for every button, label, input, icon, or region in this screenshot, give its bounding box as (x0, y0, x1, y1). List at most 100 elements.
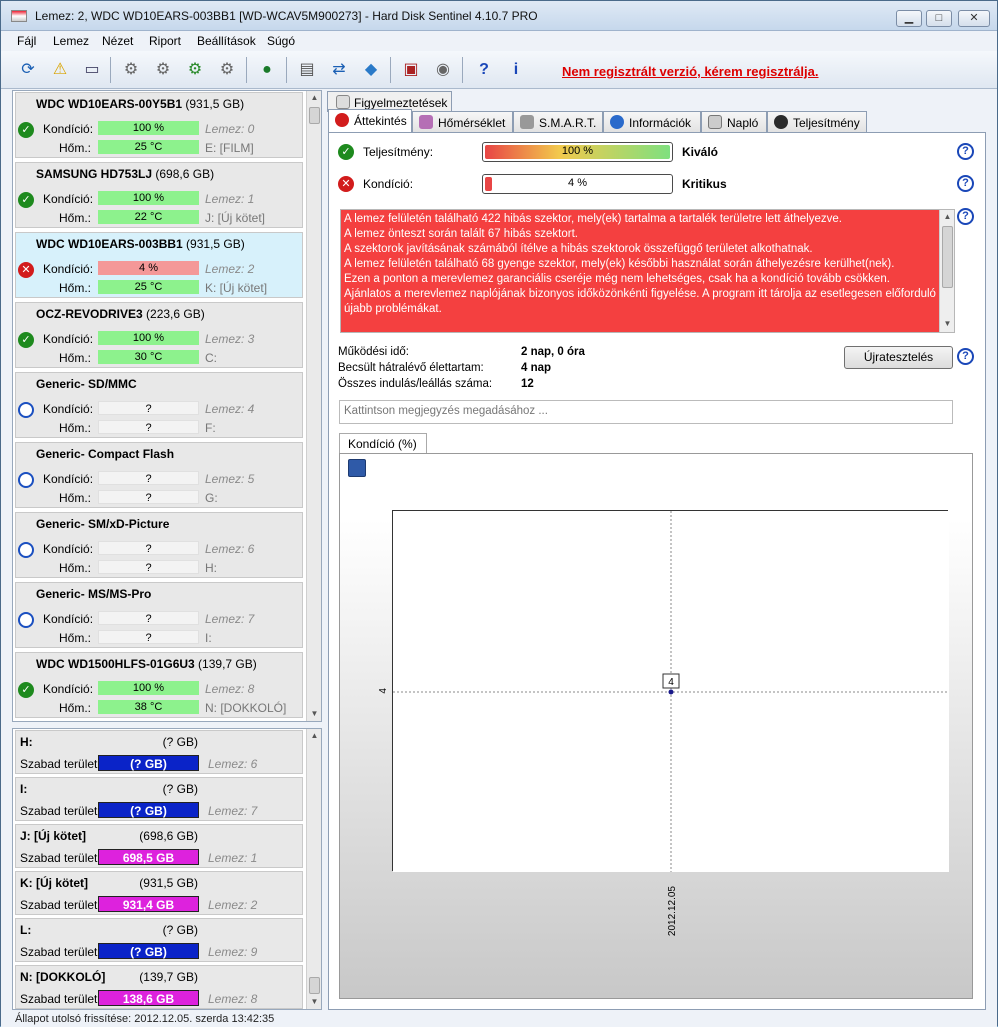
scroll-down-arrow[interactable]: ▼ (307, 995, 321, 1009)
tab-performance[interactable]: Teljesítmény (767, 111, 867, 133)
help-icon[interactable]: ? (957, 208, 974, 225)
scroll-down-arrow[interactable]: ▼ (940, 317, 954, 331)
minimize-button[interactable]: ▁ (896, 10, 922, 27)
message-scrollbar[interactable]: ▲ ▼ (939, 210, 954, 332)
warning-icon[interactable]: ⚠ (47, 57, 73, 83)
scroll-thumb[interactable] (309, 977, 320, 994)
title-bar[interactable]: Lemez: 2, WDC WD10EARS-003BB1 [WD-WCAV5M… (1, 1, 997, 31)
menu-file[interactable]: Fájl (17, 34, 36, 48)
scroll-up-arrow[interactable]: ▲ (307, 729, 321, 743)
volume-list-scrollbar[interactable]: ▲ ▼ (306, 729, 321, 1009)
disk-index: Lemez: 4 (205, 402, 255, 416)
help-icon[interactable]: ? (957, 175, 974, 192)
tab-alerts-label: Figyelmeztetések (354, 96, 448, 110)
menu-disk[interactable]: Lemez (53, 34, 89, 48)
scroll-down-arrow[interactable]: ▼ (307, 707, 321, 721)
disk-list-scrollbar[interactable]: ▲ ▼ (306, 91, 321, 721)
menu-settings[interactable]: Beállítások (197, 34, 256, 48)
maximize-button[interactable]: □ (926, 10, 952, 27)
app-icon (11, 10, 27, 22)
disk-item[interactable]: WDC WD10EARS-00Y5B1 (931,5 GB) ✓ Kondíció:… (15, 92, 303, 158)
scroll-up-arrow[interactable]: ▲ (940, 210, 954, 224)
temperature-label: Hőm.: (59, 281, 92, 295)
tab-log[interactable]: Napló (701, 111, 767, 133)
temperature-bar: 25 °C (98, 140, 199, 154)
disk-item[interactable]: Generic- SM/xD-Picture ? Kondíció: Hőm.:??… (15, 512, 303, 578)
condition-label: Kondíció: (43, 122, 94, 136)
disk-drive-icon[interactable]: ▭ (79, 57, 105, 83)
tab-label: Hőmérséklet (438, 116, 506, 130)
free-space-label: Szabad terület (20, 898, 98, 912)
scroll-thumb[interactable] (309, 107, 320, 124)
tab-information[interactable]: Információk (603, 111, 701, 133)
volume-item[interactable]: J: [Új kötet] (698,6 GB) Szabad terület 698… (15, 824, 303, 868)
about-icon[interactable]: i (503, 57, 529, 83)
sync-icon[interactable]: ⇄ (326, 57, 352, 83)
disk-size: (931,5 GB) (186, 237, 245, 251)
disk-index: Lemez: 8 (208, 992, 258, 1006)
scroll-up-arrow[interactable]: ▲ (307, 91, 321, 105)
disk-size: (931,5 GB) (185, 97, 245, 111)
tab-smart[interactable]: S.M.A.R.T. (513, 111, 603, 133)
short-test-icon[interactable]: ⚙ (182, 57, 208, 83)
status-message: A lemez felületén található 422 hibás sz… (340, 209, 955, 333)
disk-name: OCZ-REVODRIVE3 (223,6 GB) (36, 307, 205, 321)
performance-label: Teljesítmény: (363, 145, 434, 159)
performance-rating: Kiváló (682, 145, 719, 159)
disk-item[interactable]: WDC WD1500HLFS-01G6U3 (139,7 GB) ✓ Kondíci… (15, 652, 303, 718)
temperature-label: Hőm.: (59, 211, 92, 225)
help-icon[interactable]: ? (957, 348, 974, 365)
condition-label: Kondíció: (43, 612, 94, 626)
disk-item[interactable]: WDC WD10EARS-003BB1 (931,5 GB) ✕ Kondíció:… (15, 232, 303, 298)
temperature-label: Hőm.: (59, 421, 92, 435)
volume-item[interactable]: L: (? GB) Szabad terület (? GB) Lemez: 9 (15, 918, 303, 962)
main-window: Lemez: 2, WDC WD10EARS-003BB1 [WD-WCAV5M… (0, 0, 998, 1027)
surface-test-icon[interactable]: ⚙ (150, 57, 176, 83)
condition-chart: 4 4 2012.12.05 (339, 453, 973, 999)
save-icon[interactable] (348, 459, 366, 477)
retest-button[interactable]: Újratesztelés (844, 346, 953, 369)
tab-condition-chart[interactable]: Kondíció (%) (339, 433, 427, 455)
globe-icon[interactable]: ● (254, 57, 280, 83)
help-icon[interactable]: ? (471, 57, 497, 83)
menu-view[interactable]: Nézet (102, 34, 133, 48)
free-space-bar: 138,6 GB (98, 990, 199, 1006)
disk-item[interactable]: Generic- SD/MMC ? Kondíció: Hőm.:?? Lemez: … (15, 372, 303, 438)
disk-item[interactable]: SAMSUNG HD753LJ (698,6 GB) ✓ Kondíció: Hőm.… (15, 162, 303, 228)
refresh-icon[interactable]: ⟳ (15, 57, 41, 83)
temperature-bar: 25 °C (98, 280, 199, 294)
disk-index: Lemez: 7 (208, 804, 258, 818)
volume-item[interactable]: I: (? GB) Szabad terület (? GB) Lemez: 7 (15, 777, 303, 821)
volume-item[interactable]: K: [Új kötet] (931,5 GB) Szabad terület 931… (15, 871, 303, 915)
disk-name: WDC WD10EARS-00Y5B1 (931,5 GB) (36, 97, 244, 111)
help-icon[interactable]: ? (957, 143, 974, 160)
sound-icon[interactable]: ◉ (430, 57, 456, 83)
disk-model: Generic- MS/MS-Pro (36, 587, 152, 601)
condition-label: Kondíció: (43, 402, 94, 416)
disk-size: (223,6 GB) (146, 307, 205, 321)
disk-item[interactable]: Generic- MS/MS-Pro ? Kondíció: Hőm.:?? Leme… (15, 582, 303, 648)
network-icon[interactable]: ◆ (358, 57, 384, 83)
tab-temperature[interactable]: Hőmérséklet (412, 111, 513, 133)
note-input[interactable]: Kattintson megjegyzés megadásához ... (339, 400, 953, 424)
menu-report[interactable]: Riport (149, 34, 181, 48)
disk-item[interactable]: OCZ-REVODRIVE3 (223,6 GB) ✓ Kondíció: Hőm.:… (15, 302, 303, 368)
message-line: A lemez felületén található 68 gyenge sz… (344, 258, 895, 270)
scroll-thumb[interactable] (942, 226, 953, 288)
temperature-bar: ? (98, 630, 199, 644)
temperature-label: Hőm.: (59, 141, 92, 155)
close-button[interactable]: ✕ (958, 10, 990, 27)
disk-index: Lemez: 2 (205, 262, 255, 276)
report-icon[interactable]: ▤ (294, 57, 320, 83)
menu-help[interactable]: Súgó (267, 34, 295, 48)
alert-monitor-icon[interactable]: ▣ (398, 57, 424, 83)
volume-item[interactable]: N: [DOKKOLÓ] (139,7 GB) Szabad terület 138,… (15, 965, 303, 1009)
test-icon[interactable]: ⚙ (118, 57, 144, 83)
volume-item[interactable]: H: (? GB) Szabad terület (? GB) Lemez: 6 (15, 730, 303, 774)
condition-rating: Kritikus (682, 177, 727, 191)
unregistered-link[interactable]: Nem regisztrált verzió, kérem regisztrál… (562, 64, 819, 79)
disk-item[interactable]: Generic- Compact Flash ? Kondíció: Hőm.:??… (15, 442, 303, 508)
extended-test-icon[interactable]: ⚙ (214, 57, 240, 83)
tab-overview[interactable]: Áttekintés (328, 109, 412, 134)
disk-name: Generic- MS/MS-Pro (36, 587, 151, 601)
